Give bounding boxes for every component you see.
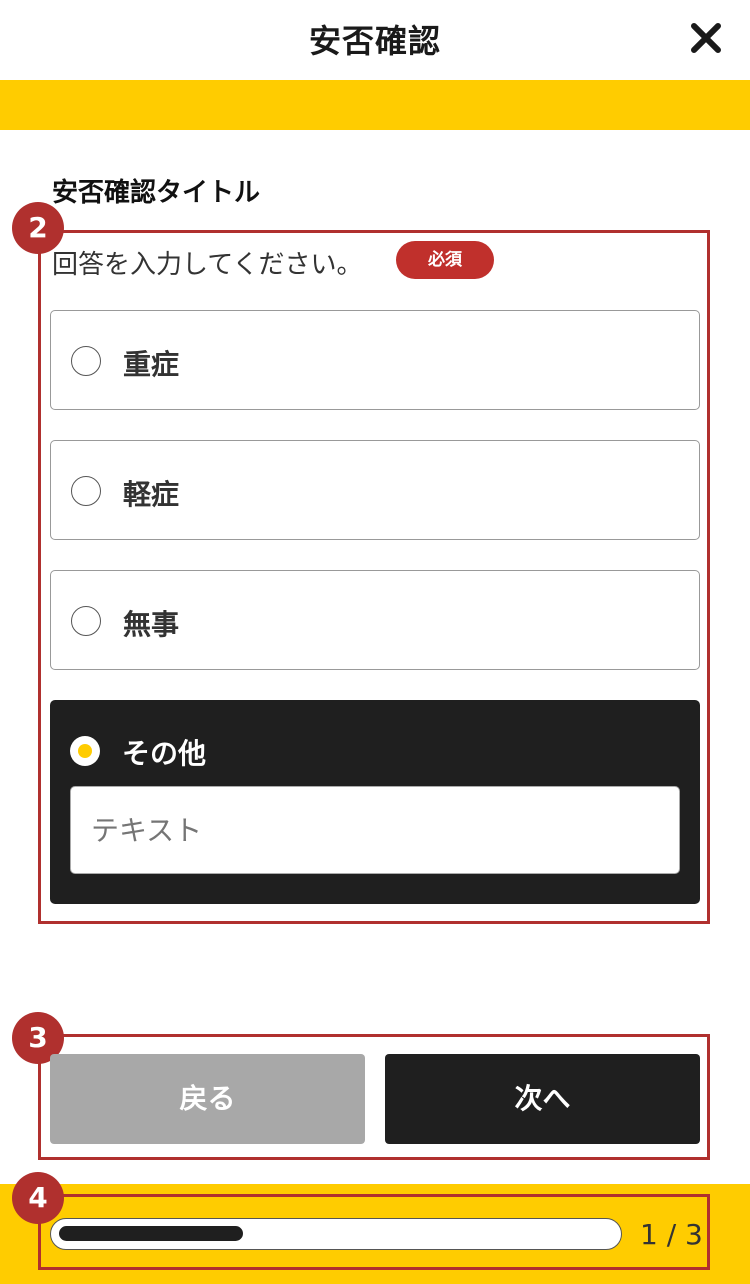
close-icon <box>691 23 721 53</box>
radio-button[interactable] <box>71 346 101 376</box>
next-button[interactable]: 次へ <box>385 1054 700 1144</box>
radio-button[interactable] <box>71 476 101 506</box>
option-mild[interactable]: 軽症 <box>50 440 700 540</box>
option-severe[interactable]: 重症 <box>50 310 700 410</box>
progress-bar <box>50 1218 622 1250</box>
annotation-badge-4: 4 <box>12 1172 64 1224</box>
header-bar: 安否確認 <box>0 0 750 80</box>
section-title: 安否確認タイトル <box>52 178 261 208</box>
question-prompt: 回答を入力してください。 <box>52 250 363 280</box>
option-label: 無事 <box>123 608 180 641</box>
option-label: 軽症 <box>123 478 180 511</box>
other-text-input[interactable] <box>70 786 680 874</box>
progress-counter: 1 / 3 <box>640 1218 703 1251</box>
required-badge: 必須 <box>396 241 494 279</box>
radio-dot <box>78 744 92 758</box>
option-safe[interactable]: 無事 <box>50 570 700 670</box>
progress-fill <box>59 1226 243 1241</box>
back-button[interactable]: 戻る <box>50 1054 365 1144</box>
close-button[interactable] <box>686 18 726 58</box>
option-label: 重症 <box>123 348 180 381</box>
header-accent-band <box>0 80 750 130</box>
option-label: その他 <box>122 737 207 770</box>
radio-button[interactable] <box>71 606 101 636</box>
page-title: 安否確認 <box>308 22 441 60</box>
option-other[interactable]: その他 <box>50 700 700 904</box>
radio-button-selected[interactable] <box>70 736 100 766</box>
